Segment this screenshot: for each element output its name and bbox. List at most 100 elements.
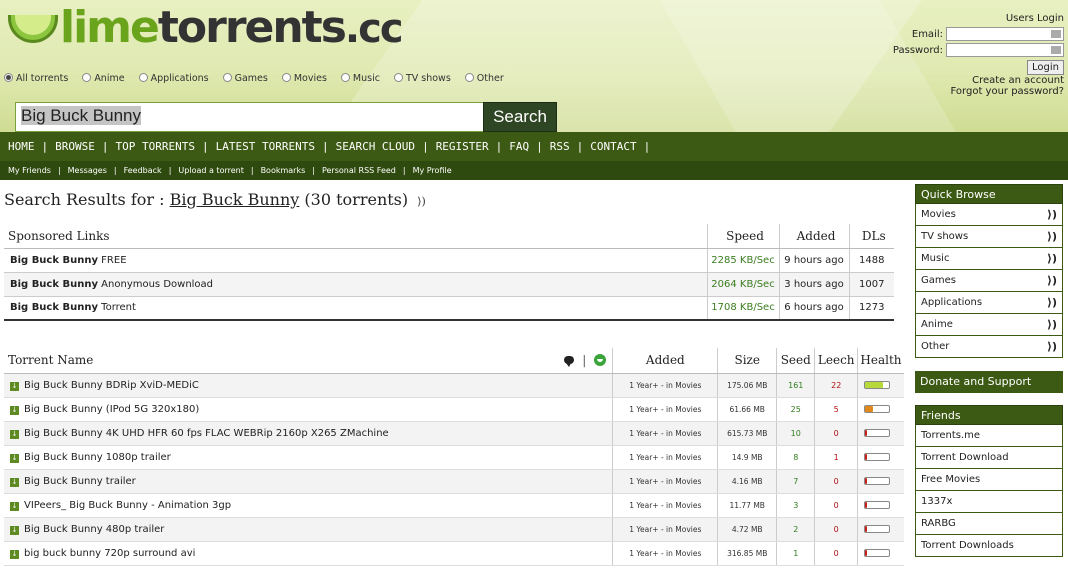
nav-search-cloud[interactable]: SEARCH CLOUD bbox=[336, 140, 415, 153]
torrent-link[interactable]: Big Buck Bunny 1080p trailer bbox=[24, 452, 171, 463]
password-field[interactable] bbox=[946, 43, 1064, 57]
quick-browse-games[interactable]: Games ⟩) bbox=[915, 270, 1063, 292]
subnav-my-profile[interactable]: My Profile bbox=[413, 166, 452, 175]
torrent-link[interactable]: Big Buck Bunny trailer bbox=[24, 476, 136, 487]
leech-col-header[interactable]: Leech bbox=[814, 348, 858, 374]
quick-browse-applications[interactable]: Applications ⟩) bbox=[915, 292, 1063, 314]
rss-icon[interactable]: ⟩) bbox=[1047, 336, 1057, 357]
friend-link[interactable]: Torrent Download bbox=[915, 447, 1063, 469]
table-row[interactable]: ↓ Big Buck Bunny (IPod 5G 320x180) 1 Year+… bbox=[4, 397, 904, 422]
sponsored-link[interactable]: Big Buck Bunny Torrent bbox=[4, 296, 707, 321]
donate-button[interactable]: Donate and Support bbox=[915, 371, 1063, 393]
radio-button[interactable] bbox=[138, 73, 148, 82]
friend-link[interactable]: Torrents.me bbox=[915, 425, 1063, 447]
table-row[interactable]: ↓ VIPeers_ Big Buck Bunny - Animation 3gp… bbox=[4, 493, 904, 518]
rss-icon[interactable]: ⟩) bbox=[1047, 204, 1057, 225]
quick-browse-other[interactable]: Other ⟩) bbox=[915, 336, 1063, 358]
radio-button[interactable] bbox=[222, 73, 232, 82]
email-field[interactable] bbox=[946, 27, 1064, 41]
category-other[interactable]: Other bbox=[464, 70, 504, 88]
seed-col-header[interactable]: Seed bbox=[776, 348, 815, 374]
table-row[interactable]: ↓ Big Buck Bunny BDRip XviD-MEDiC 1 Year+ … bbox=[4, 373, 904, 398]
rss-icon[interactable]: ⟩) bbox=[1047, 226, 1057, 247]
download-icon[interactable]: ↓ bbox=[10, 549, 19, 559]
login-button[interactable]: Login bbox=[1027, 60, 1064, 75]
torrent-link[interactable]: VIPeers_ Big Buck Bunny - Animation 3gp bbox=[24, 500, 231, 511]
nav-home[interactable]: HOME bbox=[8, 140, 35, 153]
radio-button[interactable] bbox=[4, 73, 13, 82]
rss-icon[interactable]: ⟩) bbox=[1047, 248, 1057, 269]
sponsored-row[interactable]: Big Buck Bunny FREE 2285 KB/Sec 9 hours ag… bbox=[4, 248, 894, 273]
torrent-link[interactable]: Big Buck Bunny 4K UHD HFR 60 fps FLAC WE… bbox=[24, 428, 389, 439]
subnav-my-friends[interactable]: My Friends bbox=[8, 166, 51, 175]
category-music[interactable]: Music bbox=[340, 70, 380, 88]
table-row[interactable]: ↓ Big Buck Bunny 480p trailer 1 Year+ - in… bbox=[4, 517, 904, 542]
download-icon[interactable]: ↓ bbox=[10, 429, 19, 439]
quick-browse-tv-shows[interactable]: TV shows ⟩) bbox=[915, 226, 1063, 248]
site-logo[interactable]: limetorrents.cc bbox=[8, 3, 404, 52]
rss-icon[interactable]: ⟩) bbox=[1047, 314, 1057, 335]
nav-faq[interactable]: FAQ bbox=[509, 140, 529, 153]
category-applications[interactable]: Applications bbox=[138, 70, 209, 88]
subnav-feedback[interactable]: Feedback bbox=[124, 166, 162, 175]
friend-link[interactable]: 1337x bbox=[915, 491, 1063, 513]
category-all-torrents[interactable]: All torrents bbox=[4, 70, 68, 88]
nav-browse[interactable]: BROWSE bbox=[55, 140, 95, 153]
search-button[interactable]: Search bbox=[483, 102, 557, 132]
nav-contact[interactable]: CONTACT bbox=[590, 140, 636, 153]
radio-button[interactable] bbox=[281, 73, 291, 82]
category-tv-shows[interactable]: TV shows bbox=[393, 70, 451, 88]
added-col-header[interactable]: Added bbox=[612, 348, 718, 374]
forgot-password-link[interactable]: Forgot your password? bbox=[844, 86, 1064, 97]
download-icon[interactable]: ↓ bbox=[10, 405, 19, 415]
download-icon[interactable]: ↓ bbox=[10, 453, 19, 463]
table-row[interactable]: ↓ Big Buck Bunny trailer 1 Year+ - in Movi… bbox=[4, 469, 904, 494]
quick-browse-anime[interactable]: Anime ⟩) bbox=[915, 314, 1063, 336]
download-icon[interactable]: ↓ bbox=[10, 381, 19, 391]
sponsored-added: 6 hours ago bbox=[778, 296, 849, 321]
create-account-link[interactable]: Create an account bbox=[844, 75, 1064, 86]
health-col-header: Health bbox=[856, 348, 904, 374]
size-col-header[interactable]: Size bbox=[717, 348, 777, 374]
friend-link[interactable]: Free Movies bbox=[915, 469, 1063, 491]
nav-rss[interactable]: RSS bbox=[550, 140, 570, 153]
torrent-link[interactable]: big buck bunny 720p surround avi bbox=[24, 548, 195, 559]
sponsored-link[interactable]: Big Buck Bunny FREE bbox=[4, 248, 707, 273]
category-movies[interactable]: Movies bbox=[281, 70, 327, 88]
torrent-link[interactable]: Big Buck Bunny (IPod 5G 320x180) bbox=[24, 404, 199, 415]
sponsored-link[interactable]: Big Buck Bunny Anonymous Download bbox=[4, 272, 707, 297]
search-input[interactable]: Big Buck Bunny bbox=[15, 102, 485, 132]
table-row[interactable]: ↓ Big Buck Bunny 1080p trailer 1 Year+ - i… bbox=[4, 445, 904, 470]
category-games[interactable]: Games bbox=[222, 70, 268, 88]
quick-browse-music[interactable]: Music ⟩) bbox=[915, 248, 1063, 270]
download-icon[interactable]: ↓ bbox=[10, 525, 19, 535]
sponsored-row[interactable]: Big Buck Bunny Anonymous Download 2064 KB… bbox=[4, 272, 894, 297]
rss-icon[interactable]: ⟩) bbox=[417, 195, 426, 208]
nav-top-torrents[interactable]: TOP TORRENTS bbox=[116, 140, 195, 153]
table-row[interactable]: ↓ Big Buck Bunny 4K UHD HFR 60 fps FLAC W… bbox=[4, 421, 904, 446]
subnav-personal-rss-feed[interactable]: Personal RSS Feed bbox=[322, 166, 396, 175]
friend-link[interactable]: Torrent Downloads bbox=[915, 535, 1063, 557]
query-link[interactable]: Big Buck Bunny bbox=[170, 190, 300, 209]
table-row[interactable]: ↓ big buck bunny 720p surround avi 1 Year+… bbox=[4, 541, 904, 566]
category-anime[interactable]: Anime bbox=[82, 70, 125, 88]
rss-icon[interactable]: ⟩) bbox=[1047, 292, 1057, 313]
torrent-link[interactable]: Big Buck Bunny 480p trailer bbox=[24, 524, 164, 535]
torrent-seeds: 1 bbox=[776, 541, 815, 566]
subnav-bookmarks[interactable]: Bookmarks bbox=[261, 166, 306, 175]
nav-register[interactable]: REGISTER bbox=[436, 140, 489, 153]
torrent-link[interactable]: Big Buck Bunny BDRip XviD-MEDiC bbox=[24, 380, 199, 391]
quick-browse-movies[interactable]: Movies ⟩) bbox=[915, 204, 1063, 226]
radio-button[interactable] bbox=[340, 73, 350, 82]
radio-button[interactable] bbox=[393, 73, 403, 82]
radio-button[interactable] bbox=[82, 73, 92, 82]
sponsored-row[interactable]: Big Buck Bunny Torrent 1708 KB/Sec 6 hours… bbox=[4, 296, 894, 321]
radio-button[interactable] bbox=[464, 73, 474, 82]
download-icon[interactable]: ↓ bbox=[10, 477, 19, 487]
subnav-messages[interactable]: Messages bbox=[68, 166, 107, 175]
nav-latest-torrents[interactable]: LATEST TORRENTS bbox=[216, 140, 315, 153]
friend-link[interactable]: RARBG bbox=[915, 513, 1063, 535]
rss-icon[interactable]: ⟩) bbox=[1047, 270, 1057, 291]
download-icon[interactable]: ↓ bbox=[10, 501, 19, 511]
subnav-upload-a-torrent[interactable]: Upload a torrent bbox=[178, 166, 243, 175]
